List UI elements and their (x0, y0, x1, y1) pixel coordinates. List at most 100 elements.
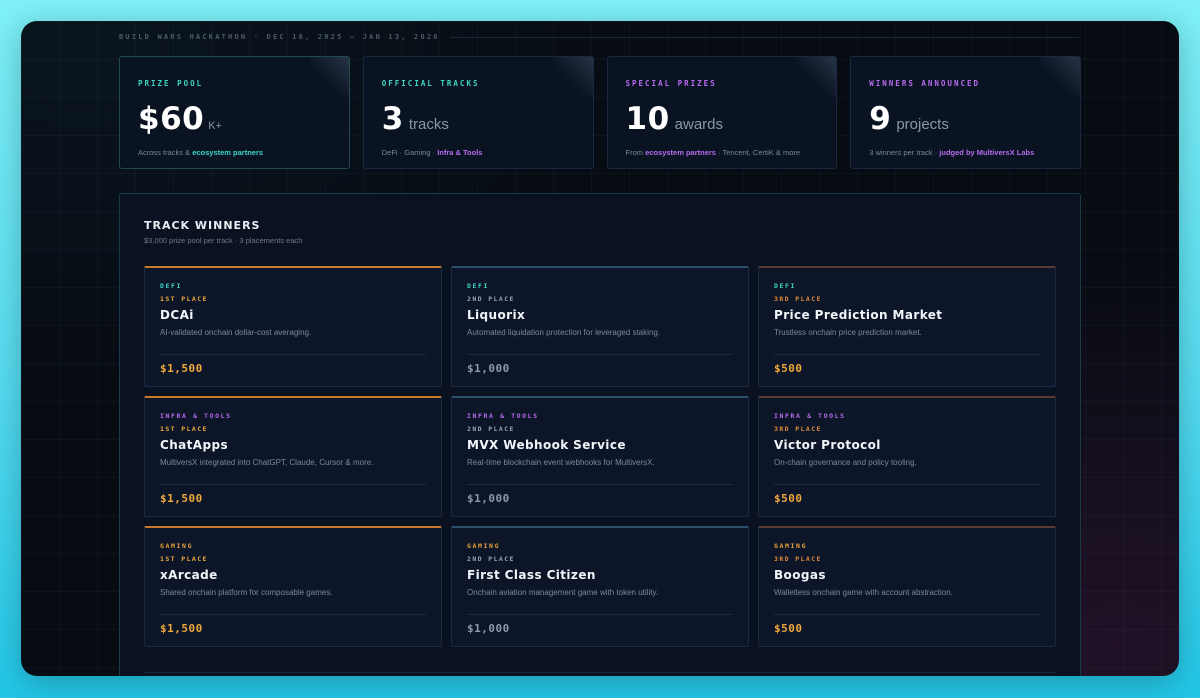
place-label: 1ST PLACE (160, 425, 208, 433)
track-winners-panel: TRACK WINNERS $3,000 prize pool per trac… (119, 193, 1081, 676)
prize-amount: $1,000 (467, 622, 510, 635)
card-divider (467, 484, 733, 485)
stat-number: 9 (869, 101, 892, 137)
stat-value: 10 awards (626, 101, 819, 137)
track-label: GAMING (467, 542, 501, 550)
card-divider (774, 614, 1040, 615)
stat-desc-text: From (625, 148, 646, 157)
stat-desc-text: Across tracks & (138, 148, 193, 157)
card-divider (160, 614, 426, 615)
stat-desc-highlight: ecosystem partners (645, 148, 716, 157)
event-line: BUILD WARS HACKATHON · DEC 16, 2025 – JA… (119, 33, 440, 41)
card-divider (160, 484, 426, 485)
winner-card[interactable]: DEFI 1ST PLACE DCAi AI-validated onchain… (144, 266, 442, 387)
stat-desc-suffix: · Tencent, CertiK & more (715, 148, 801, 157)
winner-card[interactable]: GAMING 3RD PLACE Boogas Walletless oncha… (758, 526, 1056, 647)
place-label: 3RD PLACE (774, 295, 822, 303)
card-divider (467, 614, 733, 615)
stat-description: From ecosystem partners · Tencent, Certi… (626, 148, 819, 157)
stat-card-tracks: OFFICIAL TRACKS 3 tracks DeFi · Gaming ·… (362, 56, 594, 169)
panel-footer-divider (144, 672, 1056, 673)
winner-card[interactable]: INFRA & TOOLS 2ND PLACE MVX Webhook Serv… (451, 396, 749, 517)
stat-desc-highlight: Infra & Tools (437, 148, 483, 157)
winner-card[interactable]: DEFI 2ND PLACE Liquorix Automated liquid… (451, 266, 749, 387)
winners-grid: DEFI 1ST PLACE DCAi AI-validated onchain… (144, 266, 1056, 647)
stat-desc-highlight: ecosystem partners (192, 148, 264, 157)
winner-card[interactable]: GAMING 2ND PLACE First Class Citizen Onc… (451, 526, 749, 647)
track-label: GAMING (160, 542, 194, 550)
project-name: ChatApps (160, 438, 228, 452)
stat-unit: awards (674, 116, 723, 133)
stat-caption: PRIZE POOL (138, 79, 204, 88)
winner-card[interactable]: INFRA & TOOLS 3RD PLACE Victor Protocol … (758, 396, 1056, 517)
stat-card-special-prizes: SPECIAL PRIZES 10 awards From ecosystem … (606, 56, 838, 169)
place-label: 3RD PLACE (774, 425, 822, 433)
track-label: DEFI (160, 282, 183, 290)
project-name: Victor Protocol (774, 438, 881, 452)
stat-card-winners: WINNERS ANNOUNCED 9 projects 3 winners p… (850, 56, 1081, 169)
project-name: First Class Citizen (467, 568, 596, 582)
stat-description: Across tracks & ecosystem partners (138, 148, 331, 157)
card-divider (160, 354, 426, 355)
project-name: DCAi (160, 308, 194, 322)
stat-caption: OFFICIAL TRACKS (381, 79, 480, 88)
track-label: INFRA & TOOLS (774, 412, 846, 420)
stat-number: 3 (381, 101, 404, 137)
place-label: 2ND PLACE (467, 425, 515, 433)
place-label: 2ND PLACE (467, 295, 515, 303)
stat-description: DeFi · Gaming · Infra & Tools (382, 148, 575, 157)
winner-card[interactable]: INFRA & TOOLS 1ST PLACE ChatApps Multive… (144, 396, 442, 517)
place-label: 1ST PLACE (160, 555, 208, 563)
panel-subtitle: $3,000 prize pool per track · 3 placemen… (144, 236, 303, 245)
header-divider (449, 36, 1079, 38)
project-name: MVX Webhook Service (467, 438, 626, 452)
project-description: MultiversX integrated into ChatGPT, Clau… (160, 458, 374, 467)
stat-desc-text: 3 winners per track · (869, 148, 940, 157)
track-label: INFRA & TOOLS (467, 412, 539, 420)
stat-value: $60 K+ (138, 101, 331, 137)
project-name: Price Prediction Market (774, 308, 943, 322)
project-description: Shared onchain platform for composable g… (160, 588, 333, 597)
project-description: On-chain governance and policy tooling. (774, 458, 917, 467)
stat-desc-text: DeFi · Gaming · (381, 148, 438, 157)
prize-amount: $1,500 (160, 362, 203, 375)
stat-value: 3 tracks (382, 101, 575, 137)
card-divider (774, 484, 1040, 485)
prize-amount: $500 (774, 492, 803, 505)
app-window: BUILD WARS HACKATHON · DEC 16, 2025 – JA… (21, 21, 1179, 676)
track-label: GAMING (774, 542, 808, 550)
stat-card-prize-pool: PRIZE POOL $60 K+ Across tracks & ecosys… (119, 56, 350, 169)
project-description: Onchain aviation management game with to… (467, 588, 659, 597)
stat-unit: projects (896, 116, 949, 133)
winner-card[interactable]: GAMING 1ST PLACE xArcade Shared onchain … (144, 526, 442, 647)
place-label: 3RD PLACE (774, 555, 822, 563)
stats-row: PRIZE POOL $60 K+ Across tracks & ecosys… (119, 56, 1081, 169)
place-label: 2ND PLACE (467, 555, 515, 563)
stat-description: 3 winners per track · judged by Multiver… (869, 148, 1062, 157)
event-header: BUILD WARS HACKATHON · DEC 16, 2025 – JA… (119, 31, 1079, 43)
stat-value: 9 projects (869, 101, 1062, 137)
stat-number: 10 (625, 101, 670, 137)
winner-card[interactable]: DEFI 3RD PLACE Price Prediction Market T… (758, 266, 1056, 387)
stat-desc-highlight: judged by MultiversX Labs (939, 148, 1035, 157)
project-description: Walletless onchain game with account abs… (774, 588, 953, 597)
stat-caption: WINNERS ANNOUNCED (869, 79, 981, 88)
prize-amount: $1,000 (467, 492, 510, 505)
project-name: Boogas (774, 568, 826, 582)
stat-caption: SPECIAL PRIZES (625, 79, 717, 88)
prize-amount: $500 (774, 622, 803, 635)
place-label: 1ST PLACE (160, 295, 208, 303)
prize-amount: $1,500 (160, 492, 203, 505)
project-name: Liquorix (467, 308, 526, 322)
project-name: xArcade (160, 568, 218, 582)
track-label: DEFI (467, 282, 490, 290)
project-description: Real-time blockchain event webhooks for … (467, 458, 655, 467)
stat-unit: K+ (208, 120, 222, 132)
panel-title: TRACK WINNERS (144, 219, 261, 232)
project-description: AI-validated onchain dollar-cost averagi… (160, 328, 312, 337)
project-description: Trustless onchain price prediction marke… (774, 328, 922, 337)
stat-number: $60 (138, 101, 205, 137)
card-divider (467, 354, 733, 355)
prize-amount: $1,500 (160, 622, 203, 635)
project-description: Automated liquidation protection for lev… (467, 328, 661, 337)
